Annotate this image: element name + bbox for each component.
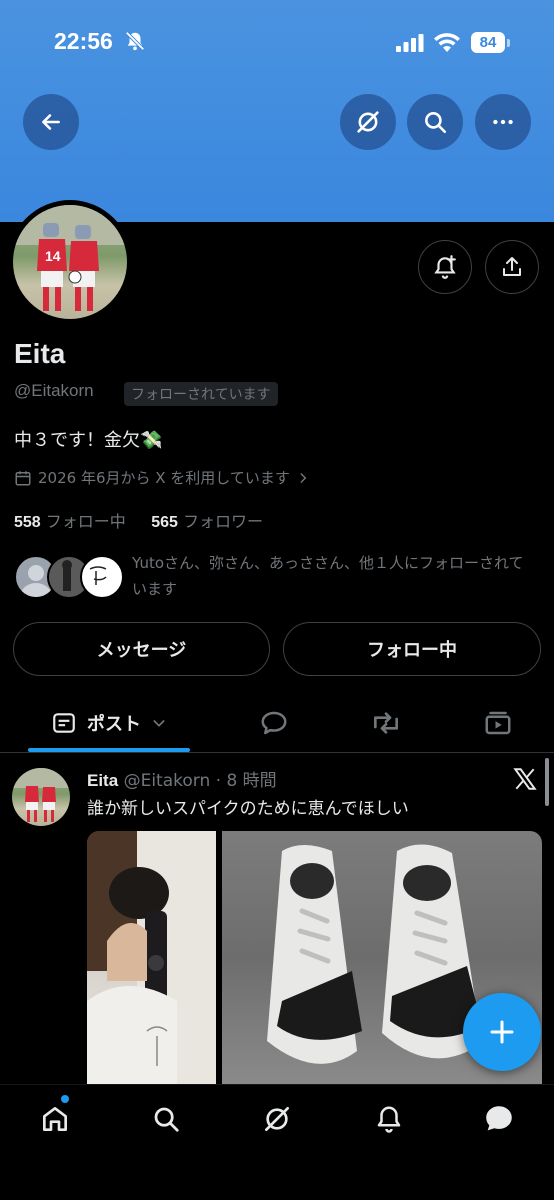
share-button[interactable] [485, 240, 539, 294]
grok-icon [265, 1107, 289, 1131]
post-author-name[interactable]: Eita [87, 771, 118, 790]
nav-notifications[interactable] [364, 1099, 414, 1139]
followers-link[interactable]: 565 フォロワー [151, 512, 263, 531]
messages-icon [486, 1106, 512, 1131]
home-icon [43, 1107, 67, 1131]
notify-button[interactable] [418, 240, 472, 294]
profile-avatar[interactable]: 14 [8, 200, 132, 324]
svg-text:14: 14 [45, 248, 61, 264]
cellular-signal-icon [396, 34, 424, 56]
chevron-down-icon [153, 720, 165, 727]
notifications-icon [377, 1106, 401, 1133]
post-author-handle[interactable]: @Eitakorn [124, 771, 211, 791]
tab-replies[interactable] [246, 695, 302, 751]
active-tab-indicator [28, 748, 190, 752]
followers-label: フォロワー [183, 512, 264, 531]
x-logo-icon [512, 766, 538, 796]
battery-cap [507, 39, 510, 47]
more-icon [493, 119, 513, 125]
silent-mode-icon [124, 30, 146, 56]
grok-icon [357, 111, 379, 133]
follow-counts: 558 フォロー中 565 フォロワー [14, 508, 263, 532]
calendar-icon [15, 470, 31, 485]
following-button[interactable]: フォロー中 [283, 622, 541, 676]
status-time: 22:56 [54, 28, 113, 54]
video-icon [485, 711, 511, 735]
joined-date[interactable]: 2026 年6月から X を利用しています [14, 467, 310, 488]
nav-messages[interactable] [474, 1099, 524, 1139]
scrollbar[interactable] [545, 758, 549, 806]
compose-button[interactable] [463, 993, 541, 1071]
post-icon [53, 713, 75, 733]
joined-text: 2026 年6月から X を利用しています [38, 469, 290, 487]
battery-indicator: 84 [471, 32, 505, 53]
search-icon [154, 1107, 179, 1132]
post-image-selfie[interactable] [87, 831, 216, 1084]
search-button[interactable] [407, 94, 463, 150]
notify-icon [434, 255, 456, 279]
mutual-followers-avatars[interactable] [14, 555, 124, 601]
profile-bio: 中３です！金欠💸 [14, 430, 163, 451]
nav-grok[interactable] [252, 1099, 302, 1139]
followers-count: 565 [151, 514, 178, 531]
post-text: 誰か新しいスパイクのために恵んでほしい [87, 799, 409, 819]
back-button[interactable] [23, 94, 79, 150]
tab-media[interactable] [470, 695, 526, 751]
bottom-navigation [0, 1084, 554, 1200]
reply-icon [261, 711, 287, 735]
plus-icon [490, 1020, 514, 1044]
nav-search[interactable] [141, 1099, 191, 1139]
share-icon [503, 257, 521, 276]
nav-home[interactable] [30, 1099, 80, 1139]
profile-tabs: ポスト [0, 695, 554, 753]
more-button[interactable] [475, 94, 531, 150]
chevron-right-icon [300, 472, 307, 483]
follows-you-badge: フォローされています [124, 382, 278, 406]
message-button[interactable]: メッセージ [13, 622, 270, 676]
repost-icon [374, 712, 398, 734]
grok-button[interactable] [340, 94, 396, 150]
home-notification-dot [61, 1095, 69, 1103]
post-author-avatar[interactable] [12, 768, 70, 826]
post-time: · 8 時間 [215, 771, 277, 791]
tab-posts[interactable]: ポスト [28, 695, 190, 751]
tab-posts-label: ポスト [87, 714, 141, 735]
post-header: Eita @Eitakorn · 8 時間 [87, 766, 277, 791]
avatar-image: 14 [13, 205, 127, 319]
following-label: フォロー中 [45, 512, 126, 531]
profile-name: Eita [14, 338, 66, 369]
profile-handle: @Eitakorn [14, 381, 94, 400]
wifi-icon [434, 32, 460, 56]
tab-reposts[interactable] [358, 695, 414, 751]
status-bar: 22:56 84 [0, 26, 554, 58]
following-count: 558 [14, 514, 41, 531]
mutual-avatar-3 [80, 555, 124, 599]
following-link[interactable]: 558 フォロー中 [14, 512, 126, 531]
search-icon [425, 112, 447, 134]
back-arrow-icon [42, 114, 60, 130]
followed-by-text[interactable]: Yutoさん、弥さん、あっささん、他１人にフォローされています [132, 550, 537, 602]
